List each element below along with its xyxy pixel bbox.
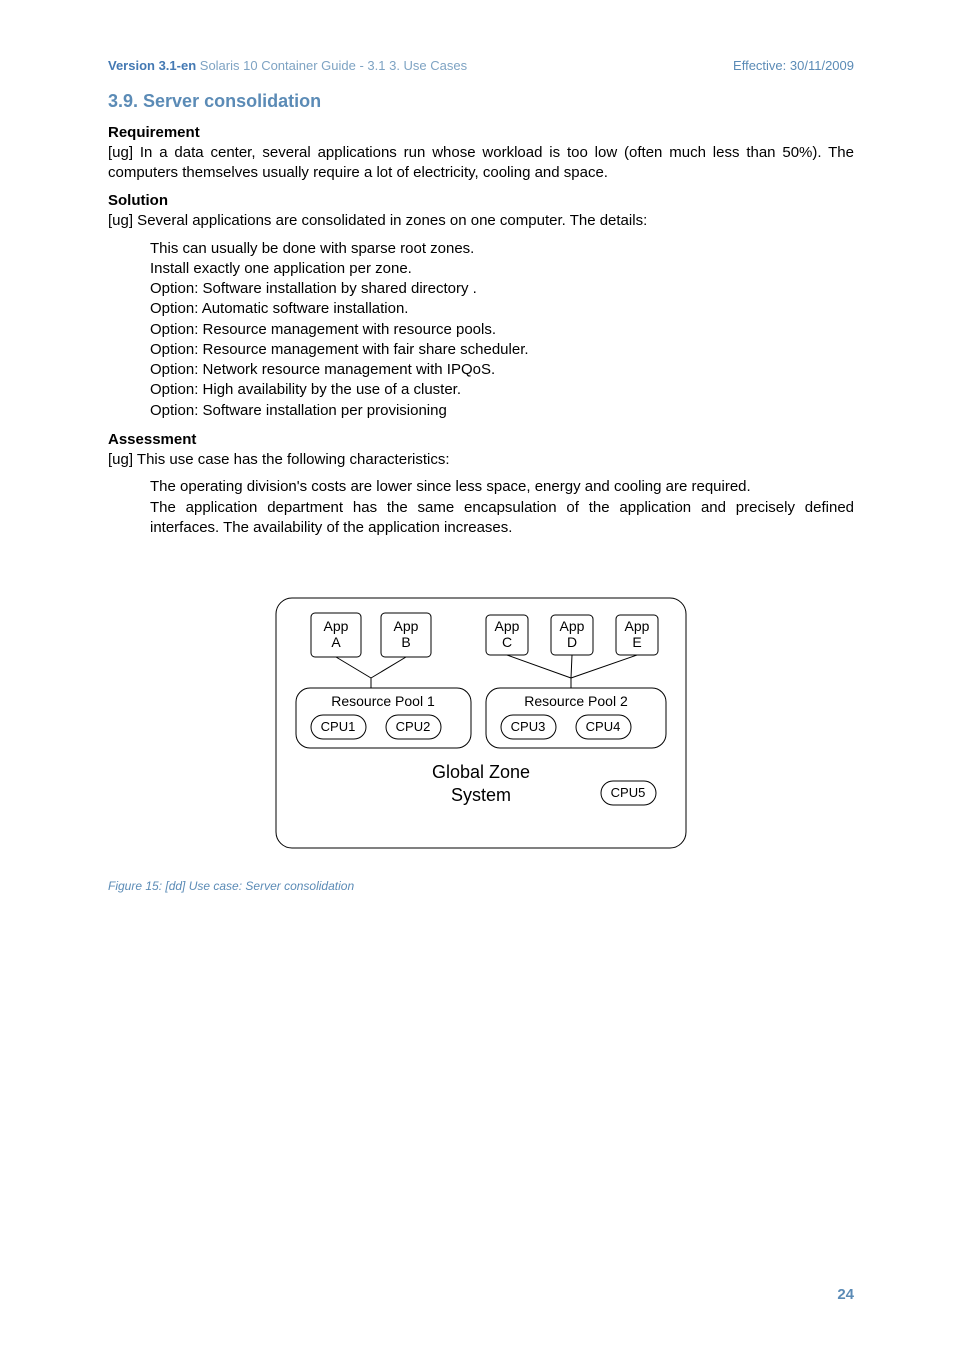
solution-heading: Solution <box>108 192 854 209</box>
list-item: Option: Automatic software installation. <box>150 299 854 319</box>
system-label: System <box>451 785 511 805</box>
list-item: Option: Network resource management with… <box>150 360 854 380</box>
section-heading: 3.9. Server consolidation <box>108 91 854 112</box>
assessment-heading: Assessment <box>108 431 854 448</box>
header-effective-date: Effective: 30/11/2009 <box>733 58 854 73</box>
list-item: Option: Resource management with fair sh… <box>150 340 854 360</box>
svg-text:E: E <box>632 634 641 650</box>
assessment-intro: [ug] This use case has the following cha… <box>108 450 854 470</box>
header-title: Solaris 10 Container Guide - 3.1 3. Use … <box>196 58 467 73</box>
app-d-label: App <box>560 618 585 634</box>
page-header: Version 3.1-en Solaris 10 Container Guid… <box>108 58 854 73</box>
solution-intro: [ug] Several applications are consolidat… <box>108 211 854 231</box>
app-a-label: App <box>324 618 349 634</box>
assessment-list: The operating division's costs are lower… <box>150 477 854 538</box>
svg-text:B: B <box>401 634 410 650</box>
cpu3-label: CPU3 <box>511 719 546 734</box>
page-number: 24 <box>837 1286 854 1303</box>
requirement-text: [ug] In a data center, several applicati… <box>108 143 854 182</box>
list-item: The operating division's costs are lower… <box>150 477 854 497</box>
version-label: Version 3.1-en <box>108 58 196 73</box>
globalzone-label: Global Zone <box>432 762 530 782</box>
cpu4-label: CPU4 <box>586 719 621 734</box>
consolidation-diagram: App A App B App C App D App E <box>271 593 691 853</box>
list-item: Option: Software installation by shared … <box>150 279 854 299</box>
svg-text:D: D <box>567 634 577 650</box>
svg-text:C: C <box>502 634 512 650</box>
list-item: Option: Software installation per provis… <box>150 401 854 421</box>
app-e-label: App <box>625 618 650 634</box>
list-item: Option: High availability by the use of … <box>150 380 854 400</box>
pool2-label: Resource Pool 2 <box>524 693 628 709</box>
diagram-container: App A App B App C App D App E <box>108 593 854 857</box>
list-item: Option: Resource management with resourc… <box>150 320 854 340</box>
figure-caption: Figure 15: [dd] Use case: Server consoli… <box>108 879 854 893</box>
solution-list: This can usually be done with sparse roo… <box>150 239 854 421</box>
cpu5-label: CPU5 <box>611 785 646 800</box>
page: Version 3.1-en Solaris 10 Container Guid… <box>0 0 954 1351</box>
app-c-label: App <box>495 618 520 634</box>
app-b-label: App <box>394 618 419 634</box>
list-item: The application department has the same … <box>150 498 854 539</box>
requirement-heading: Requirement <box>108 124 854 141</box>
header-left: Version 3.1-en Solaris 10 Container Guid… <box>108 58 467 73</box>
pool1-label: Resource Pool 1 <box>331 693 435 709</box>
cpu1-label: CPU1 <box>321 719 356 734</box>
cpu2-label: CPU2 <box>396 719 431 734</box>
list-item: Install exactly one application per zone… <box>150 259 854 279</box>
list-item: This can usually be done with sparse roo… <box>150 239 854 259</box>
svg-text:A: A <box>331 634 341 650</box>
